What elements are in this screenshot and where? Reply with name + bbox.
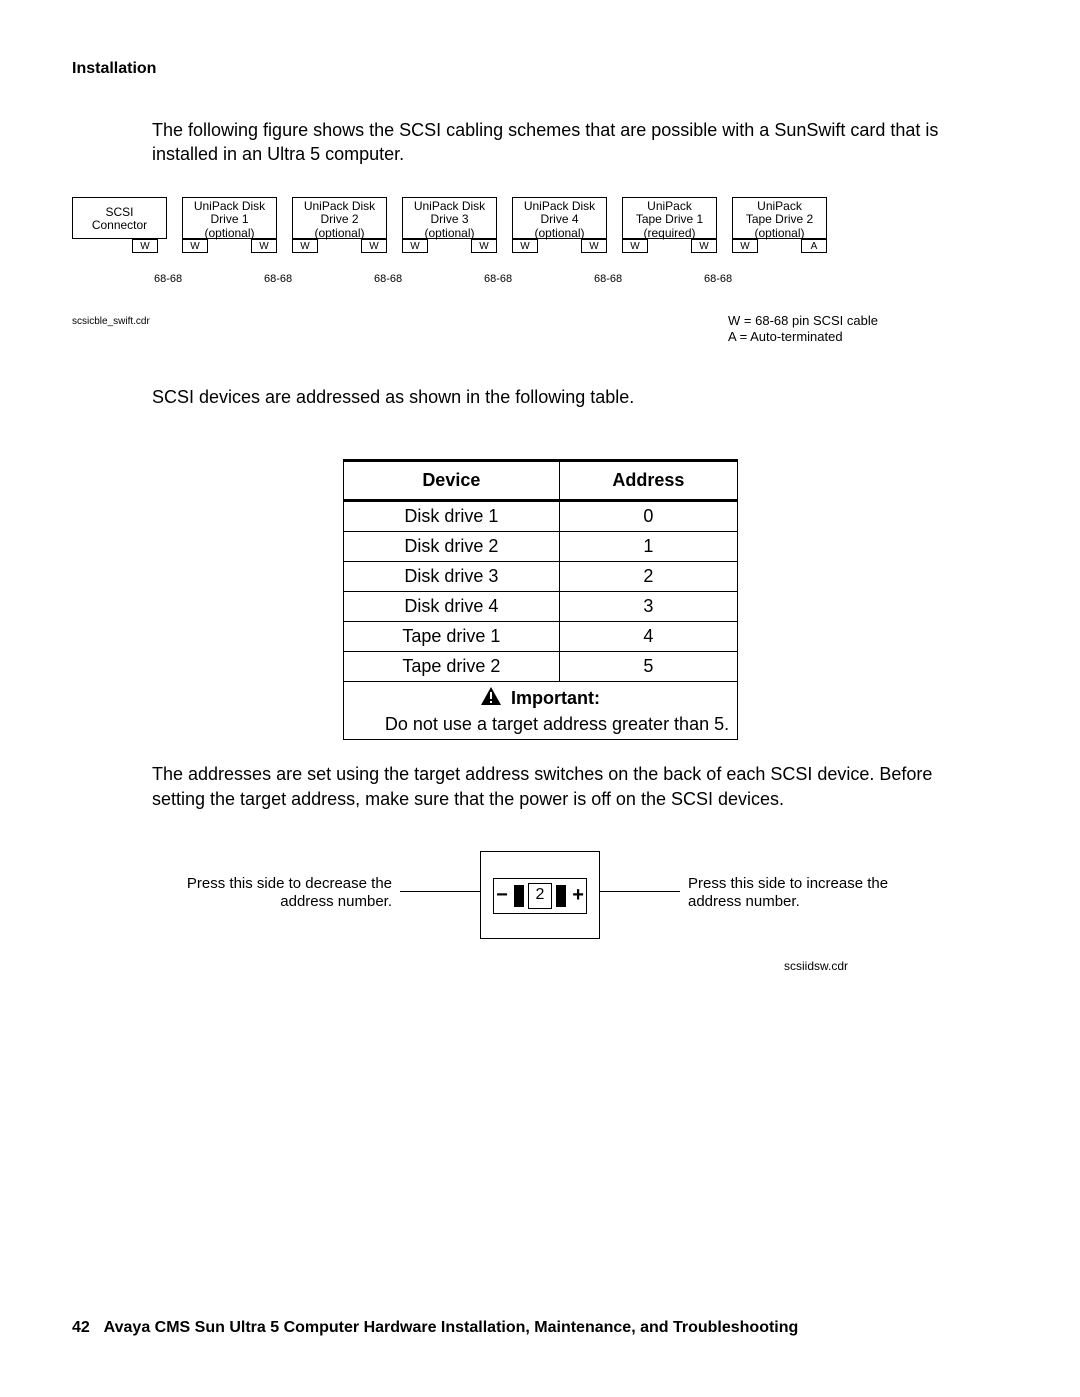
- port-w: W: [182, 239, 208, 253]
- warning-icon: [480, 686, 502, 711]
- diagram-box-disk-1: UniPack DiskDrive 1(optional): [182, 197, 277, 239]
- port-w: W: [132, 239, 158, 253]
- footer-title: Avaya CMS Sun Ultra 5 Computer Hardware …: [104, 1319, 799, 1336]
- table-row: Tape drive 14: [343, 621, 737, 651]
- diagram-box-disk-2: UniPack DiskDrive 2(optional): [292, 197, 387, 239]
- port-w: W: [622, 239, 648, 253]
- port-w: W: [471, 239, 497, 253]
- important-label: Important:: [511, 688, 600, 708]
- table-row: Disk drive 32: [343, 561, 737, 591]
- port-a: A: [801, 239, 827, 253]
- important-text: Do not use a target address greater than…: [378, 713, 737, 736]
- inner-switch: − 2 +: [493, 878, 587, 914]
- lead-line: [400, 891, 480, 892]
- diagram-box-tape-1: UniPackTape Drive 1(required): [622, 197, 717, 239]
- diagram-box-disk-4: UniPack DiskDrive 4(optional): [512, 197, 607, 239]
- cable-label: 68-68: [154, 273, 182, 285]
- table-row: Disk drive 43: [343, 591, 737, 621]
- switch-figure-filename: scsiidsw.cdr: [784, 959, 848, 973]
- intro-paragraph: The following figure shows the SCSI cabl…: [152, 118, 948, 167]
- section-header: Installation: [72, 60, 1008, 78]
- col-device: Device: [343, 460, 560, 500]
- scsi-cabling-diagram: SCSIConnector UniPack DiskDrive 1(option…: [72, 197, 1008, 307]
- minus-icon: −: [494, 884, 510, 907]
- address-table: Device Address Disk drive 10 Disk drive …: [343, 459, 738, 741]
- table-row: Disk drive 21: [343, 531, 737, 561]
- cable-label: 68-68: [374, 273, 402, 285]
- cable-label: 68-68: [484, 273, 512, 285]
- decrease-button[interactable]: [514, 885, 525, 907]
- lead-line: [600, 891, 680, 892]
- address-switch-diagram: Press this side to decrease the address …: [72, 841, 1008, 981]
- cable-label: 68-68: [594, 273, 622, 285]
- plus-icon: +: [570, 884, 586, 907]
- page: Installation The following figure shows …: [0, 0, 1080, 1397]
- cable-label: 68-68: [264, 273, 292, 285]
- port-w: W: [361, 239, 387, 253]
- diagram-box-disk-3: UniPack DiskDrive 3(optional): [402, 197, 497, 239]
- table-row: Disk drive 10: [343, 500, 737, 531]
- after-table-paragraph: The addresses are set using the target a…: [152, 762, 948, 811]
- figure-filename: scsicble_swift.cdr: [72, 316, 150, 327]
- port-w: W: [402, 239, 428, 253]
- address-table-wrap: Device Address Disk drive 10 Disk drive …: [72, 459, 1008, 741]
- page-footer: 42 Avaya CMS Sun Ultra 5 Computer Hardwa…: [72, 1319, 798, 1337]
- mid-paragraph: SCSI devices are addressed as shown in t…: [152, 385, 948, 409]
- diagram-box-scsi-connector: SCSIConnector: [72, 197, 167, 239]
- page-number: 42: [72, 1319, 90, 1336]
- cable-label: 68-68: [704, 273, 732, 285]
- switch-box: − 2 +: [480, 851, 600, 939]
- port-w: W: [732, 239, 758, 253]
- decrease-label: Press this side to decrease the address …: [172, 875, 392, 911]
- port-w: W: [512, 239, 538, 253]
- port-w: W: [691, 239, 717, 253]
- port-w: W: [251, 239, 277, 253]
- diagram-box-tape-2: UniPackTape Drive 2(optional): [732, 197, 827, 239]
- increase-label: Press this side to increase the address …: [688, 875, 908, 911]
- table-row: Tape drive 25: [343, 651, 737, 681]
- col-address: Address: [560, 460, 737, 500]
- port-w: W: [292, 239, 318, 253]
- figure-legend: W = 68-68 pin SCSI cable A = Auto-termin…: [728, 313, 878, 344]
- address-number-display: 2: [528, 883, 551, 909]
- important-note-row: Important: Do not use a target address g…: [343, 681, 737, 740]
- increase-button[interactable]: [556, 885, 567, 907]
- port-w: W: [581, 239, 607, 253]
